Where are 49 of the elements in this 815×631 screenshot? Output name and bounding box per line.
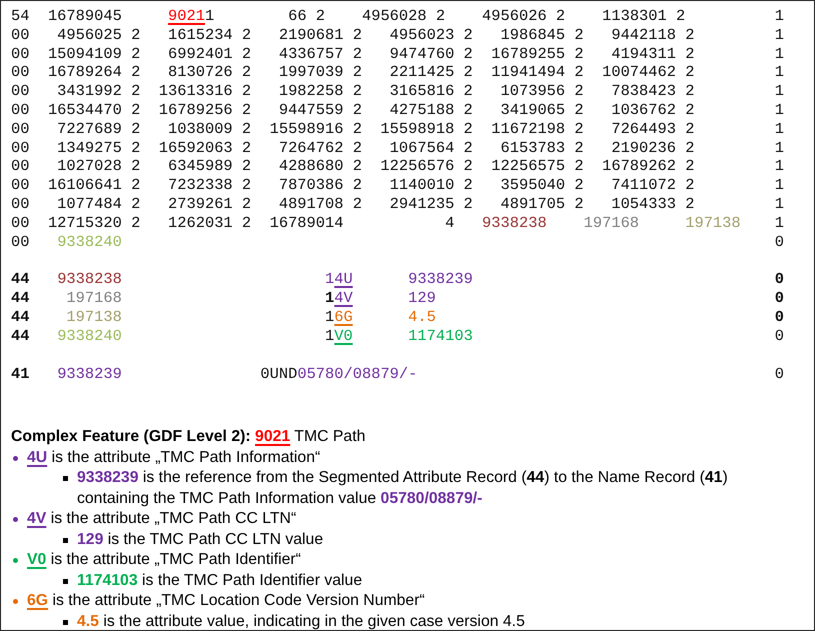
record-status-label: 0 [774, 270, 784, 290]
record-status-label: 1 [774, 7, 784, 26]
record-line: 41 9338239 0UND05780/08879/- [11, 364, 418, 384]
value-description: 4.5 is the attribute value, indicating in the given case version 4.5 [77, 612, 526, 631]
square-bullet-icon [63, 620, 68, 625]
record-status-label: 1 [774, 214, 784, 233]
record-line: 44 197138 16G 4.5 [11, 308, 437, 327]
record-status-label: 1 [774, 44, 784, 64]
value-description: 9338239 is the reference from the Segmented Attribute Record (44) to the Name Record (41) containing the TMC Path Information value 05780/08879/- [77, 468, 729, 509]
record-status-label: 1 [774, 82, 784, 101]
record-line: 00 16789264 2 8130726 2 1997039 2 2211425 2 11941494 2 10074462 2 [11, 63, 696, 82]
feature-heading: Complex Feature (GDF Level 2): 9021 TMC Path [11, 427, 366, 448]
record-line: 00 12715320 2 1262031 2 16789014 4 9338238 197168 197138 [11, 214, 742, 233]
attribute-description: V0 is the attribute „TMC Path Identifier“ [27, 550, 302, 570]
record-line: 00 3431992 2 13613316 2 1982258 2 3165816 2 1073956 2 7838423 2 [11, 82, 696, 101]
record-status-label: 0 [774, 289, 784, 308]
record-status-label: 0 [774, 364, 784, 384]
record-line: 00 1027028 2 6345989 2 4288680 2 12256576 2 12256575 2 16789262 2 [11, 157, 696, 176]
record-line: 00 15094109 2 6992401 2 4336757 2 9474760 2 16789255 2 4194311 2 [11, 44, 696, 64]
record-line: 00 7227689 2 1038009 2 15598916 2 15598918 2 11672198 2 7264493 2 [11, 120, 696, 139]
attribute-description: 4U is the attribute „TMC Path Information“ [27, 448, 322, 468]
square-bullet-icon [63, 578, 68, 584]
record-line: 00 4956025 2 1615234 2 2190681 2 4956023 2 1986845 2 9442118 2 [11, 26, 696, 45]
record-status-label: 0 [774, 326, 784, 346]
record-status-label: 1 [774, 63, 784, 82]
square-bullet-icon [63, 476, 68, 482]
record-line: 54 16789045 90211 66 2 4956028 2 4956026 2 1138301 2 [11, 7, 686, 26]
record-line: 00 9338240 [11, 232, 123, 252]
record-line: 00 16106641 2 7232338 2 7870386 2 1140010 2 3595040 2 7411072 2 [11, 176, 696, 195]
record-line: 00 1349275 2 16592063 2 7264762 2 1067564 2 6153783 2 2190236 2 [11, 138, 696, 158]
record-status-label: 1 [774, 100, 784, 120]
square-bullet-icon [63, 538, 68, 543]
value-description: 1174103 is the TMC Path Identifier value [77, 570, 364, 591]
record-status-label: 1 [774, 26, 784, 45]
record-line: 00 1077484 2 2739261 2 4891708 2 2941235 2 4891705 2 1054333 2 [11, 194, 696, 214]
record-status-label: 1 [774, 138, 784, 158]
record-line: 44 197168 14V 129 [11, 289, 437, 308]
record-status-label: 0 [774, 308, 784, 327]
record-status-label: 1 [774, 176, 784, 195]
record-status-label: 0 [774, 232, 784, 252]
record-status-label: 1 [774, 120, 784, 139]
attribute-description: 6G is the attribute „TMC Location Code Version Number“ [27, 591, 426, 612]
attribute-description: 4V is the attribute „TMC Path CC LTN“ [27, 509, 298, 530]
record-status-label: 1 [774, 157, 784, 176]
record-line: 44 9338240 1V0 1174103 [11, 326, 474, 346]
record-line: 00 16534470 2 16789256 2 9447559 2 4275188 2 3419065 2 1036762 2 [11, 100, 696, 120]
value-description: 129 is the TMC Path CC LTN value [77, 530, 324, 550]
record-line: 44 9338238 14U 9338239 [11, 270, 474, 290]
record-status-label: 1 [774, 194, 784, 214]
